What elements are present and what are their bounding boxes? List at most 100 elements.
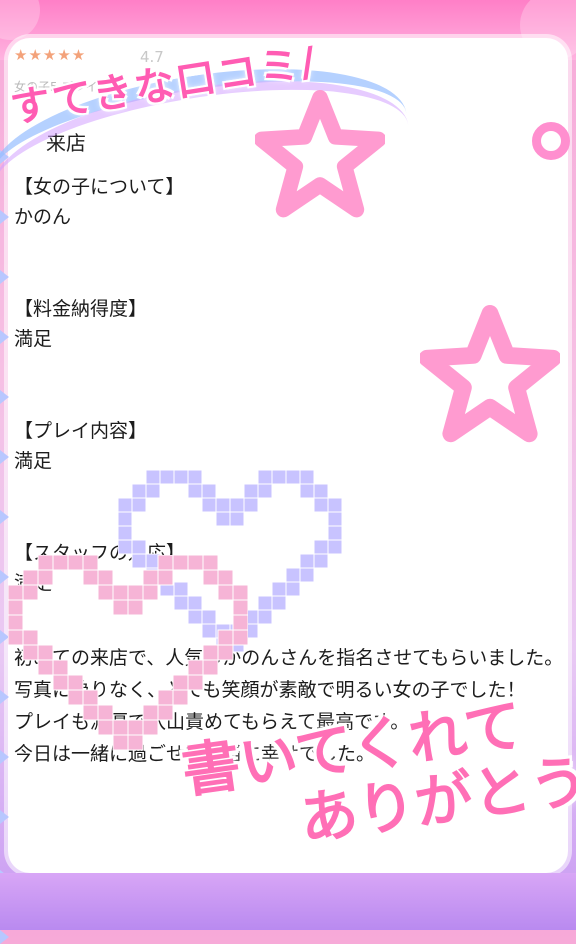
heart-pixel <box>202 555 219 571</box>
heart-pixel <box>82 555 99 571</box>
heart-pixel <box>22 644 39 661</box>
heart-pixel <box>8 599 24 616</box>
heart-pixel <box>145 483 161 499</box>
heart-pixel <box>299 483 315 499</box>
heart-pixel <box>232 629 248 646</box>
heart-pixel <box>327 539 343 555</box>
heart-pixel <box>229 497 245 513</box>
heart-pixel <box>118 511 133 527</box>
heart-pixel <box>313 539 329 555</box>
heart-pixel <box>243 483 259 499</box>
heart-pixel <box>52 555 69 571</box>
heart-pixel <box>112 584 129 601</box>
heart-pixel <box>159 470 175 485</box>
heart-pixel <box>142 584 159 601</box>
heart-pixel <box>257 470 273 485</box>
heart-pixel <box>202 569 219 586</box>
heart-pixel <box>202 644 219 661</box>
heart-pixel <box>118 525 133 541</box>
heart-pixel <box>299 553 315 569</box>
heart-pixel <box>271 581 287 597</box>
heart-pixel <box>8 614 24 631</box>
heart-pixel <box>8 629 24 646</box>
heart-pixel <box>327 525 343 541</box>
heart-pixel <box>145 470 161 485</box>
heart-pixel <box>142 704 159 721</box>
heart-pixel <box>299 470 315 485</box>
heart-pixel <box>172 674 189 691</box>
heart-pixel <box>157 704 174 721</box>
heart-pixel <box>271 470 287 485</box>
heart-pixel <box>8 584 24 601</box>
heart-pixel <box>112 719 129 736</box>
heart-pixel <box>22 569 39 586</box>
heart-pixel <box>82 704 99 721</box>
heart-pixel <box>285 567 301 583</box>
heart-pixel <box>112 599 129 616</box>
heart-pixel <box>232 584 248 601</box>
heart-pixel <box>202 659 219 676</box>
heart-pixel <box>285 581 301 597</box>
heart-pixel <box>285 470 301 485</box>
heart-pixel <box>127 599 144 616</box>
star-icon <box>420 305 560 443</box>
heart-pixel <box>97 584 114 601</box>
star-icon <box>255 90 385 218</box>
heart-pixel <box>257 595 273 611</box>
heart-pixel <box>67 674 84 691</box>
heart-pixel <box>271 595 287 611</box>
heart-pixel <box>67 555 84 571</box>
heart-pixel <box>82 569 99 586</box>
heart-pixel <box>215 511 231 527</box>
heart-pixel <box>217 584 234 601</box>
heart-pixel <box>313 497 329 513</box>
heart-pixel <box>37 555 54 571</box>
heart-pixel <box>157 569 174 586</box>
heart-pixel <box>201 483 217 499</box>
circle-deco <box>532 122 570 160</box>
heart-pixel <box>97 719 114 736</box>
heart-pixel <box>243 497 259 513</box>
heart-pixel <box>97 704 114 721</box>
heart-pixel <box>142 569 159 586</box>
heart-pixel <box>257 609 273 625</box>
heart-pixel <box>37 659 54 676</box>
heart-pixel <box>299 567 315 583</box>
heart-pixel <box>37 644 54 661</box>
heart-pixel <box>131 497 147 513</box>
heart-pixel <box>215 497 231 513</box>
heart-pixel <box>217 569 234 586</box>
heart-pixel <box>118 497 133 513</box>
heart-pixel <box>229 511 245 527</box>
heart-pixel <box>217 644 234 661</box>
heart-pixel <box>187 483 203 499</box>
heart-pixel <box>201 497 217 513</box>
heart-pixel <box>172 555 189 571</box>
heart-pixel <box>127 584 144 601</box>
heart-pixel <box>67 689 84 706</box>
heart-pixel <box>217 629 234 646</box>
side-markers <box>0 150 12 944</box>
heart-pixel <box>22 629 39 646</box>
heart-pixel <box>187 659 204 676</box>
heart-pixel <box>187 555 204 571</box>
heart-pixel <box>327 497 343 513</box>
heart-pixel <box>232 599 248 616</box>
heart-pixel <box>187 470 203 485</box>
heart-pixel <box>131 483 147 499</box>
heart-pixel <box>142 719 159 736</box>
heart-pixel <box>232 614 248 631</box>
heart-pixel <box>118 539 133 555</box>
heart-pixel <box>127 719 144 736</box>
heart-pixel <box>157 555 174 571</box>
heart-pixel <box>131 539 147 555</box>
heart-pixel <box>97 569 114 586</box>
heart-pixel <box>173 470 189 485</box>
heart-pixel <box>112 734 129 751</box>
heart-pixel <box>187 674 204 691</box>
heart-pixel <box>157 689 174 706</box>
heart-pixel <box>52 659 69 676</box>
heart-pixel <box>313 483 329 499</box>
heart-pixel <box>327 511 343 527</box>
heart-pixel <box>172 689 189 706</box>
